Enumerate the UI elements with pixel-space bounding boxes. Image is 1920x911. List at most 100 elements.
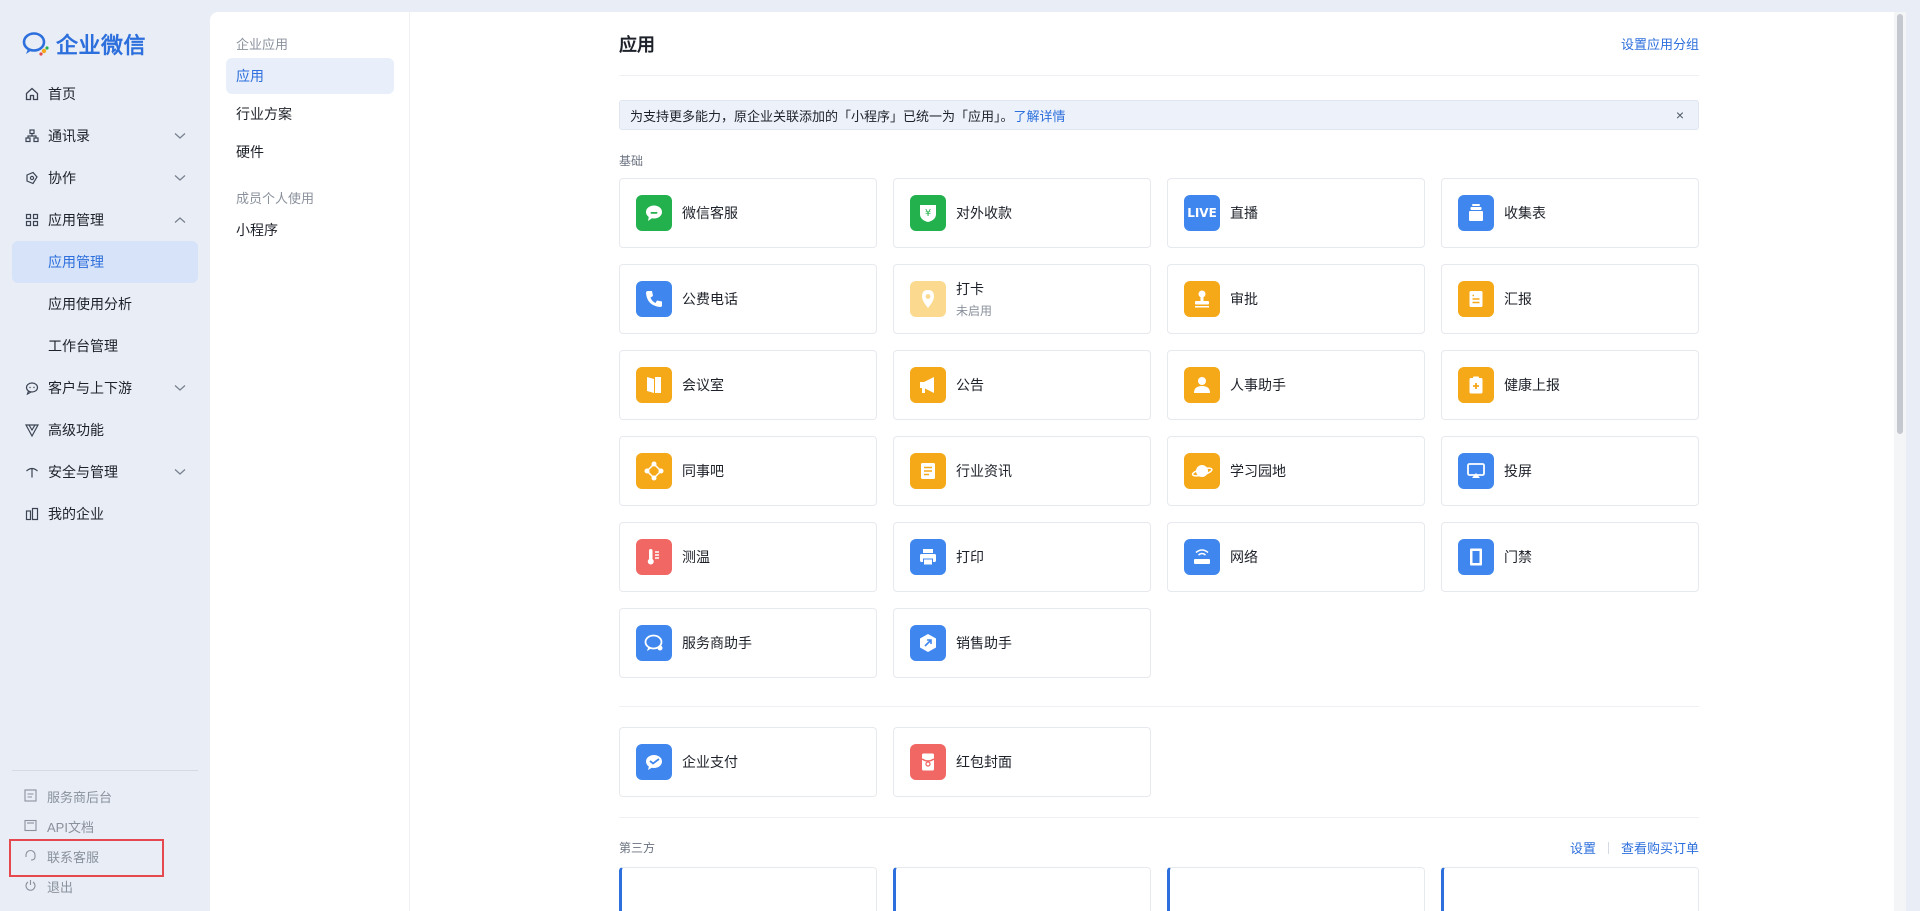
thermometer-icon bbox=[636, 539, 672, 575]
category-mini-programs[interactable]: 小程序 bbox=[226, 212, 394, 248]
app-card-third-party[interactable] bbox=[893, 867, 1151, 911]
router-icon bbox=[1184, 539, 1220, 575]
app-card-form[interactable]: 收集表 bbox=[1441, 178, 1699, 248]
footer-item-provider-console[interactable]: 服务商后台 bbox=[12, 781, 198, 811]
screen-cast-icon bbox=[1458, 453, 1494, 489]
footer-item-api-docs[interactable]: API文档 bbox=[12, 811, 198, 841]
footer-item-label: 退出 bbox=[47, 879, 74, 895]
app-name: 服务商助手 bbox=[682, 635, 752, 651]
nav-item-label: 安全与管理 bbox=[48, 464, 118, 480]
nav-item-security[interactable]: 安全与管理 bbox=[12, 451, 198, 493]
app-name: 公告 bbox=[956, 377, 984, 393]
app-card-meeting-room[interactable]: 会议室 bbox=[619, 350, 877, 420]
app-name: 打卡 bbox=[956, 281, 984, 297]
network-icon bbox=[636, 453, 672, 489]
app-card-checkin[interactable]: 打卡 未启用 bbox=[893, 264, 1151, 334]
nav-item-contacts[interactable]: 通讯录 bbox=[12, 115, 198, 157]
app-card-health-report[interactable]: 健康上报 bbox=[1441, 350, 1699, 420]
app-card-network[interactable]: 网络 bbox=[1167, 522, 1425, 592]
section-divider bbox=[619, 817, 1699, 818]
app-card-enterprise-payment[interactable]: 企业支付 bbox=[619, 727, 877, 797]
app-card-third-party[interactable] bbox=[619, 867, 877, 911]
app-card-colleague-bar[interactable]: 同事吧 bbox=[619, 436, 877, 506]
app-card-sales-assistant[interactable]: 销售助手 bbox=[893, 608, 1151, 678]
app-card-wechat-service[interactable]: 微信客服 bbox=[619, 178, 877, 248]
close-icon[interactable]: × bbox=[1676, 107, 1684, 123]
nav-item-my-enterprise[interactable]: 我的企业 bbox=[12, 493, 198, 535]
security-icon bbox=[24, 464, 40, 480]
app-card-red-envelope-cover[interactable]: 红包封面 bbox=[893, 727, 1151, 797]
app-card-door-access[interactable]: 门禁 bbox=[1441, 522, 1699, 592]
nav-item-home[interactable]: 首页 bbox=[12, 73, 198, 115]
logo-text: 企业微信 bbox=[56, 33, 147, 58]
app-card-provider-assistant[interactable]: 服务商助手 bbox=[619, 608, 877, 678]
live-badge-text: LIVE bbox=[1187, 206, 1217, 220]
main-content: 应用 设置应用分组 为支持更多能力，原企业关联添加的「小程序」已统一为「应用」。… bbox=[410, 12, 1906, 911]
provider-icon bbox=[24, 789, 38, 803]
footer-item-contact-support[interactable]: 联系客服 bbox=[12, 841, 198, 871]
nav-item-customers[interactable]: 客户与上下游 bbox=[12, 367, 198, 409]
category-industry-solutions[interactable]: 行业方案 bbox=[226, 96, 394, 132]
advanced-icon bbox=[24, 422, 40, 438]
page-header: 应用 设置应用分组 bbox=[619, 12, 1699, 76]
phone-icon bbox=[636, 281, 672, 317]
category-apps[interactable]: 应用 bbox=[226, 58, 394, 94]
live-icon: LIVE bbox=[1184, 195, 1220, 231]
app-card-third-party[interactable] bbox=[1167, 867, 1425, 911]
category-hardware[interactable]: 硬件 bbox=[226, 134, 394, 170]
app-card-hr-assistant[interactable]: 人事助手 bbox=[1167, 350, 1425, 420]
app-card-learning[interactable]: 学习园地 bbox=[1167, 436, 1425, 506]
api-doc-icon bbox=[24, 819, 38, 833]
app-name: 网络 bbox=[1230, 549, 1258, 565]
view-orders-link[interactable]: 查看购买订单 bbox=[1621, 838, 1699, 857]
extra-apps-grid: 企业支付 红包封面 bbox=[619, 727, 1699, 797]
nav-item-collaboration[interactable]: 协作 bbox=[12, 157, 198, 199]
section-label-third-party: 第三方 bbox=[619, 841, 656, 855]
third-party-settings-link[interactable]: 设置 bbox=[1570, 838, 1596, 857]
nav-item-app-management[interactable]: 应用管理 bbox=[12, 199, 198, 241]
megaphone-icon bbox=[910, 367, 946, 403]
app-card-print[interactable]: 打印 bbox=[893, 522, 1151, 592]
app-card-industry-news[interactable]: 行业资讯 bbox=[893, 436, 1151, 506]
nav-item-label: 协作 bbox=[48, 170, 76, 186]
collaboration-icon bbox=[24, 170, 40, 186]
app-card-public-phone[interactable]: 公费电话 bbox=[619, 264, 877, 334]
svg-text:¥: ¥ bbox=[925, 208, 931, 219]
app-card-report[interactable]: 汇报 bbox=[1441, 264, 1699, 334]
app-status: 未启用 bbox=[956, 304, 993, 318]
nav-subitem-app-usage-analysis[interactable]: 应用使用分析 bbox=[12, 283, 198, 325]
app-card-third-party[interactable] bbox=[1441, 867, 1699, 911]
app-card-external-payment[interactable]: ¥ 对外收款 bbox=[893, 178, 1151, 248]
app-card-screen-cast[interactable]: 投屏 bbox=[1441, 436, 1699, 506]
third-party-header: 第三方 设置 查看购买订单 bbox=[619, 838, 1699, 857]
app-name: 微信客服 bbox=[682, 205, 738, 221]
third-party-apps-grid bbox=[619, 867, 1699, 911]
report-icon bbox=[1458, 281, 1494, 317]
app-card-temperature[interactable]: 测温 bbox=[619, 522, 877, 592]
set-app-groups-link[interactable]: 设置应用分组 bbox=[1621, 34, 1699, 53]
logo[interactable]: 企业微信 bbox=[22, 28, 146, 60]
nav-subitem-app-management[interactable]: 应用管理 bbox=[12, 241, 198, 283]
app-card-live[interactable]: LIVE 直播 bbox=[1167, 178, 1425, 248]
learn-more-link[interactable]: 了解详情 bbox=[1014, 106, 1066, 125]
nav-item-label: 通讯录 bbox=[48, 128, 90, 144]
nav-item-label: 工作台管理 bbox=[48, 338, 118, 354]
app-name: 审批 bbox=[1230, 291, 1258, 307]
person-icon bbox=[1184, 367, 1220, 403]
app-name: 同事吧 bbox=[682, 463, 724, 479]
footer-item-logout[interactable]: 退出 bbox=[12, 871, 198, 901]
notice-banner: 为支持更多能力，原企业关联添加的「小程序」已统一为「应用」。 了解详情 × bbox=[619, 100, 1699, 130]
nav-item-label: 高级功能 bbox=[48, 422, 104, 438]
section-label-basic: 基础 bbox=[619, 154, 644, 168]
app-card-announcement[interactable]: 公告 bbox=[893, 350, 1151, 420]
nav-item-advanced[interactable]: 高级功能 bbox=[12, 409, 198, 451]
vertical-scrollbar[interactable] bbox=[1894, 12, 1906, 911]
headset-icon bbox=[24, 849, 38, 863]
home-icon bbox=[24, 86, 40, 102]
location-pin-icon bbox=[910, 281, 946, 317]
nav-subitem-workbench-management[interactable]: 工作台管理 bbox=[12, 325, 198, 367]
scrollbar-thumb[interactable] bbox=[1897, 14, 1903, 434]
apps-icon bbox=[24, 212, 40, 228]
page-title: 应用 bbox=[619, 34, 655, 55]
app-card-approval[interactable]: 审批 bbox=[1167, 264, 1425, 334]
